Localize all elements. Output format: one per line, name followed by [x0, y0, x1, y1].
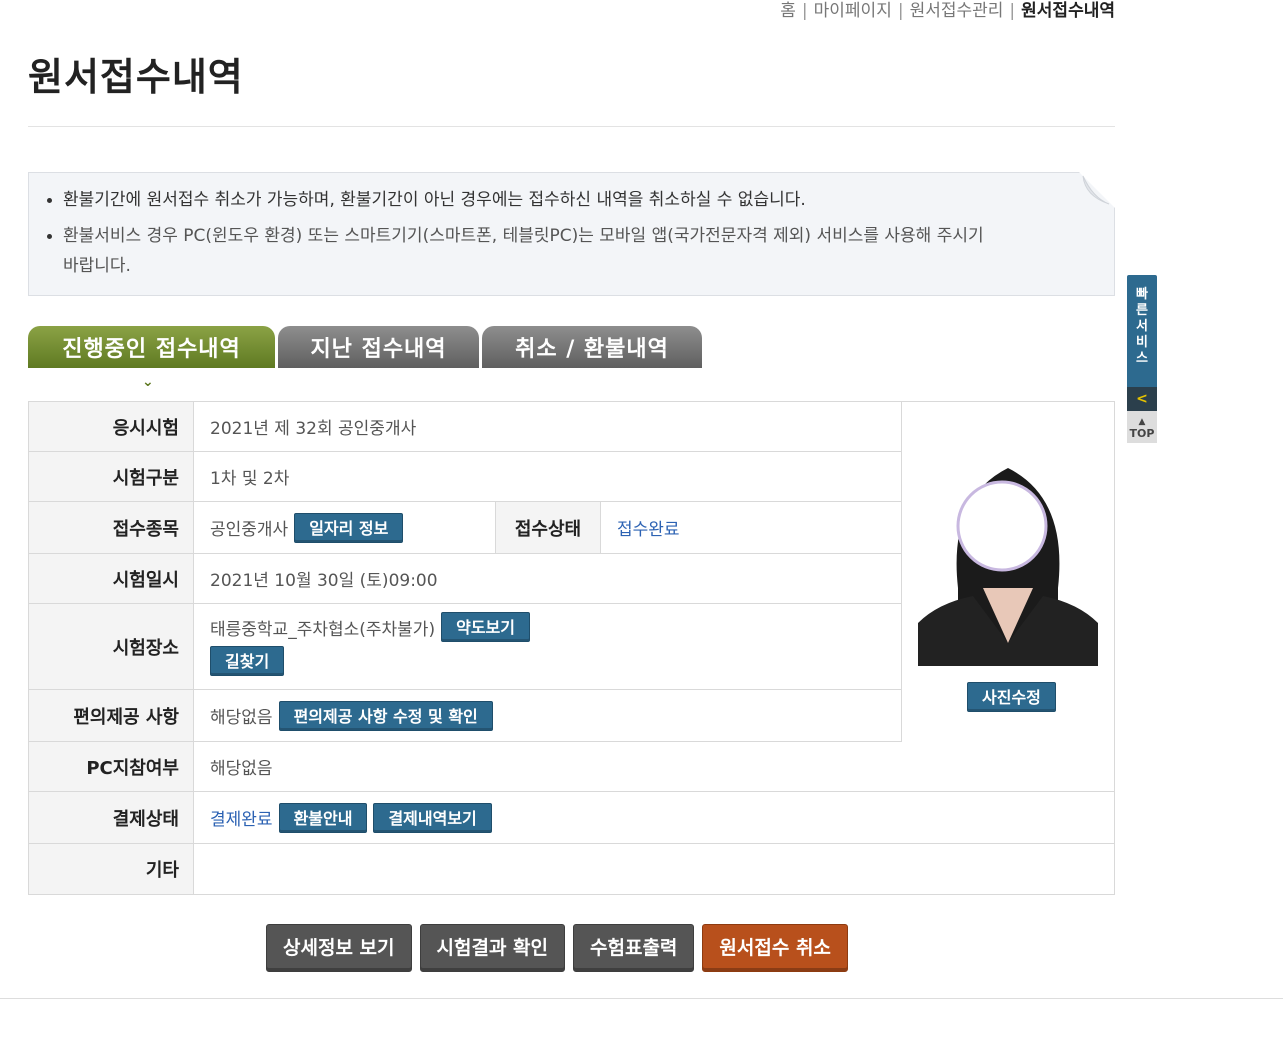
chevron-down-icon: ⌄ — [142, 374, 154, 390]
tab-ongoing[interactable]: 진행중인 접수내역 — [28, 326, 275, 368]
scroll-top-button[interactable]: ▲ TOP — [1127, 411, 1157, 443]
cancel-application-button[interactable]: 원서접수 취소 — [702, 924, 848, 972]
exam-datetime-label: 시험일시 — [29, 554, 194, 603]
etc-value — [194, 844, 210, 894]
table-row: 접수종목 공인중개사 일자리 정보 접수상태 접수완료 — [29, 502, 902, 554]
table-row: 시험구분 1차 및 2차 — [29, 452, 902, 502]
breadcrumb-home[interactable]: 홈 — [780, 1, 796, 21]
tab-bar: 진행중인 접수내역 지난 접수내역 취소 / 환불내역 — [28, 326, 705, 368]
category-label: 접수종목 — [29, 502, 194, 553]
table-row: 기타 — [29, 844, 1115, 895]
convenience-cell: 해당없음 편의제공 사항 수정 및 확인 — [194, 690, 493, 741]
exam-place-cell: 태릉중학교_주차협소(주차불가) 약도보기 길찾기 — [194, 612, 530, 676]
payment-value: 결제완료 — [210, 810, 273, 830]
photo-edit-button[interactable]: 사진수정 — [967, 682, 1056, 712]
etc-label: 기타 — [29, 844, 194, 894]
payment-history-button[interactable]: 결제내역보기 — [373, 802, 492, 833]
status-value: 접수완료 — [617, 520, 680, 540]
table-row: 시험장소 태릉중학교_주차협소(주차불가) 약도보기 길찾기 — [29, 604, 902, 690]
detail-info-button[interactable]: 상세정보 보기 — [266, 924, 412, 972]
category-cell: 공인중개사 일자리 정보 — [194, 502, 494, 553]
table-row: 결제상태 결제완료 환불안내 결제내역보기 — [29, 792, 1115, 844]
print-admission-ticket-button[interactable]: 수험표출력 — [573, 924, 695, 972]
convenience-value: 해당없음 — [210, 708, 273, 728]
applicant-photo — [918, 438, 1098, 666]
breadcrumb: 홈 | 마이페이지 | 원서접수관리 | 원서접수내역 — [780, 1, 1115, 21]
refund-info-button[interactable]: 환불안내 — [278, 802, 368, 833]
job-info-button[interactable]: 일자리 정보 — [294, 512, 404, 543]
table-row: 시험일시 2021년 10월 30일 (토)09:00 — [29, 554, 902, 604]
map-button[interactable]: 약도보기 — [441, 612, 530, 642]
payment-label: 결제상태 — [29, 792, 194, 843]
convenience-label: 편의제공 사항 — [29, 690, 194, 741]
page-title: 원서접수내역 — [28, 55, 244, 99]
exam-value: 2021년 제 32회 공인중개사 — [210, 419, 417, 439]
chevron-left-icon[interactable]: < — [1127, 387, 1157, 411]
exam-datetime-value: 2021년 10월 30일 (토)09:00 — [210, 571, 438, 591]
tab-past[interactable]: 지난 접수내역 — [278, 326, 479, 368]
status-label: 접수상태 — [495, 502, 601, 553]
exam-label: 응시시험 — [29, 402, 194, 451]
exam-place-value: 태릉중학교_주차협소(주차불가) — [210, 619, 436, 640]
footer-divider — [0, 998, 1283, 999]
scroll-top-label: TOP — [1129, 427, 1155, 440]
breadcrumb-current: 원서접수내역 — [1021, 1, 1115, 21]
notice-item-refund-service: 환불서비스 경우 PC(윈도우 환경) 또는 스마트기기(스마트폰, 테블릿PC… — [47, 221, 987, 281]
directions-button[interactable]: 길찾기 — [210, 646, 285, 676]
exam-type-value: 1차 및 2차 — [210, 469, 290, 489]
person-photo-icon — [918, 438, 1098, 666]
exam-place-label: 시험장소 — [29, 604, 194, 689]
table-row: 응시시험 2021년 제 32회 공인중개사 — [29, 402, 902, 452]
convenience-edit-button[interactable]: 편의제공 사항 수정 및 확인 — [278, 700, 493, 731]
action-bar: 상세정보 보기 시험결과 확인 수험표출력 원서접수 취소 — [266, 924, 856, 972]
title-divider — [28, 126, 1115, 127]
exam-result-button[interactable]: 시험결과 확인 — [419, 924, 565, 972]
table-row: PC지참여부 해당없음 — [29, 742, 1115, 792]
breadcrumb-application-management[interactable]: 원서접수관리 — [910, 1, 1004, 21]
notice-item-refund-period: 환불기간에 원서접수 취소가 가능하며, 환불기간이 아닌 경우에는 접수하신 … — [47, 185, 1096, 215]
category-value: 공인중개사 — [210, 520, 289, 540]
breadcrumb-mypage[interactable]: 마이페이지 — [814, 1, 892, 21]
pc-value: 해당없음 — [210, 759, 273, 779]
tab-cancel-refund[interactable]: 취소 / 환불내역 — [482, 326, 702, 368]
table-row: 편의제공 사항 해당없음 편의제공 사항 수정 및 확인 — [29, 690, 902, 742]
exam-type-label: 시험구분 — [29, 452, 194, 501]
pc-label: PC지참여부 — [29, 742, 194, 791]
quick-service-label: 빠 른 서 비 스 — [1136, 287, 1148, 366]
payment-cell: 결제완료 환불안내 결제내역보기 — [194, 792, 492, 843]
quick-service-button[interactable]: 빠 른 서 비 스 — [1127, 275, 1157, 387]
notice-box: 환불기간에 원서접수 취소가 가능하며, 환불기간이 아닌 경우에는 접수하신 … — [28, 172, 1115, 296]
quick-service-sidebar: 빠 른 서 비 스 < ▲ TOP — [1127, 275, 1157, 443]
